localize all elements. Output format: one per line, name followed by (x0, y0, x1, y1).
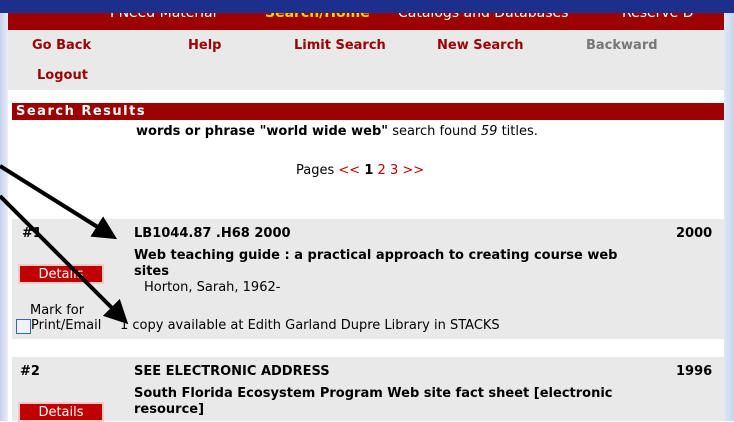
annotation-arrows (0, 164, 129, 325)
arrow-to-availability (0, 194, 129, 325)
arrow-to-call-number (0, 164, 118, 240)
